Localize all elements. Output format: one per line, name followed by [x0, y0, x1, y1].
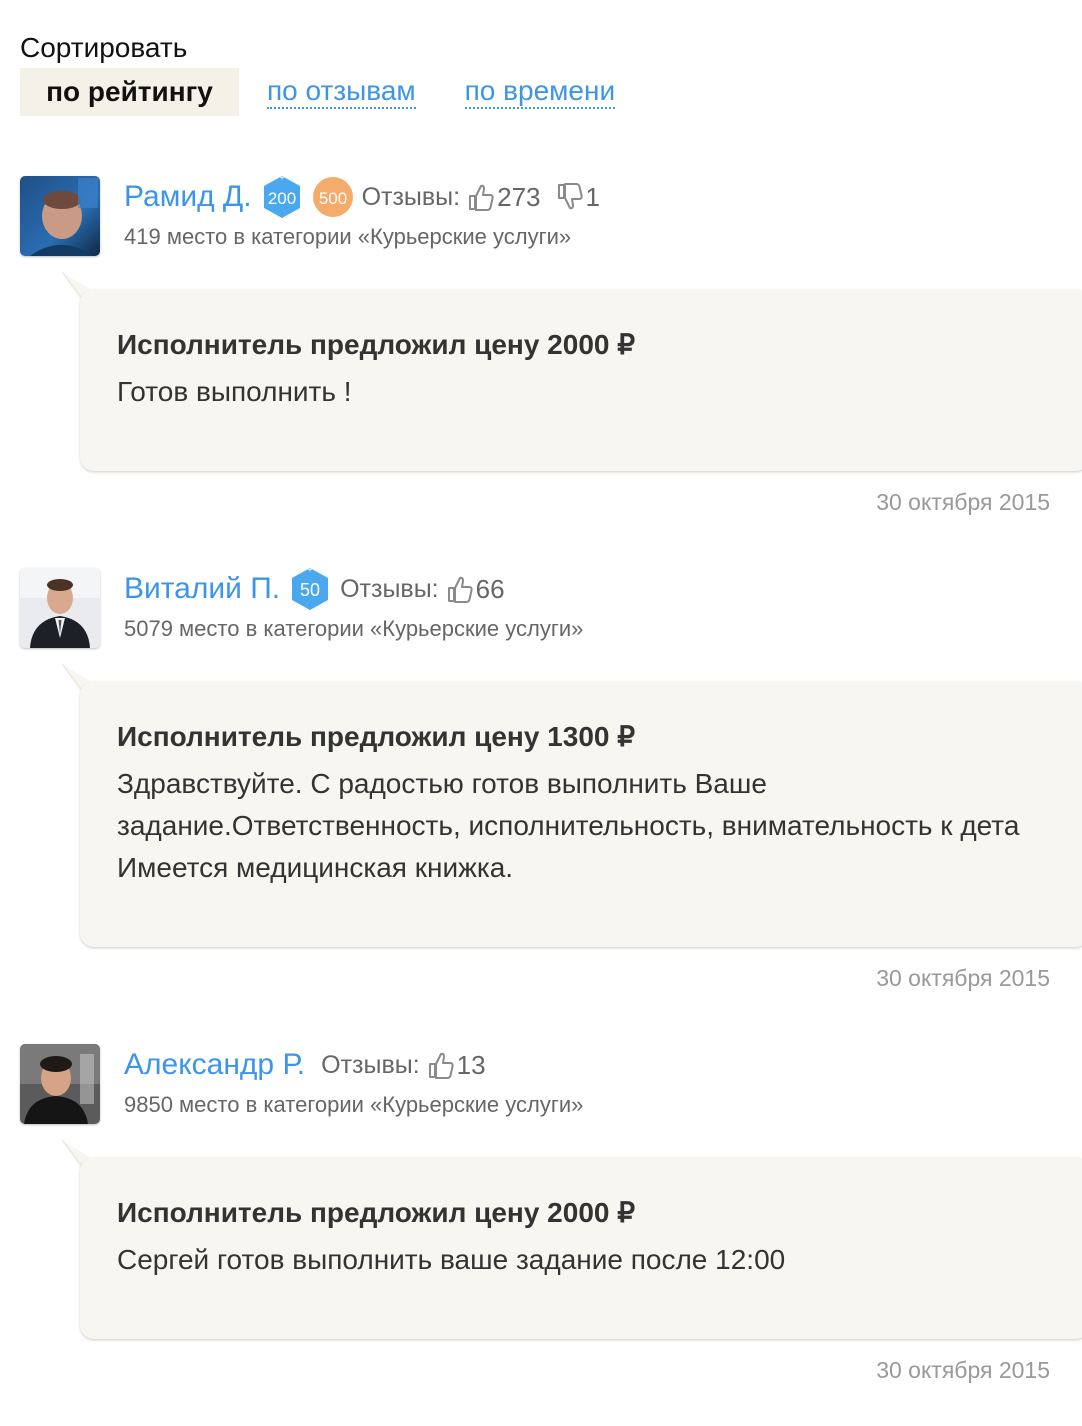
- sort-by-reviews-link[interactable]: по отзывам: [267, 75, 416, 109]
- positive-reviews-count: 273: [497, 181, 541, 212]
- offer-date: 30 октября 2015: [876, 965, 1050, 991]
- performer-header: Виталий П. + 50 Отзывы: 66: [124, 566, 505, 612]
- performer-name-link[interactable]: Александр Р.: [124, 1048, 305, 1082]
- svg-text:+: +: [307, 566, 312, 575]
- offer-price-title: Исполнитель предложил цену 2000 ₽: [117, 329, 636, 360]
- blue-hexagon-badge-icon: + 200: [260, 174, 304, 220]
- thumbs-up-icon: [468, 183, 494, 211]
- performer-header: Рамид Д. + 200 500 Отзывы: 273 1: [124, 174, 600, 220]
- sort-label: Сортировать: [20, 32, 188, 63]
- offer-bubble: Исполнитель предложил цену 1300 ₽ Здравс…: [80, 681, 1082, 947]
- offer-bubble: Исполнитель предложил цену 2000 ₽ Готов …: [80, 289, 1082, 471]
- reviews-label: Отзывы:: [361, 182, 461, 211]
- performers-page: Сортировать по рейтингу по отзывам по вр…: [0, 0, 1082, 1426]
- category-rank: 419 место в категории «Курьерские услуги…: [124, 224, 572, 249]
- avatar[interactable]: [20, 568, 100, 648]
- offer-date: 30 октября 2015: [876, 1357, 1050, 1383]
- category-rank: 9850 место в категории «Курьерские услуг…: [124, 1092, 584, 1117]
- sort-by-rating-button[interactable]: по рейтингу: [20, 68, 239, 116]
- badge-value: 50: [300, 580, 320, 600]
- sort-options: по рейтингу по отзывам по времени: [20, 68, 616, 116]
- svg-text:+: +: [279, 174, 284, 183]
- offer-text: Сергей готов выполнить ваше задание посл…: [117, 1244, 786, 1275]
- sort-by-time-link[interactable]: по времени: [464, 75, 616, 109]
- avatar[interactable]: [20, 176, 100, 256]
- category-rank: 5079 место в категории «Курьерские услуг…: [124, 616, 584, 641]
- performer-name-link[interactable]: Виталий П.: [124, 572, 280, 606]
- offer-date: 30 октября 2015: [876, 489, 1050, 515]
- blue-hexagon-badge-icon: + 50: [288, 566, 332, 612]
- positive-reviews-count: 66: [475, 573, 505, 604]
- offer-text: Готов выполнить !: [117, 376, 352, 407]
- performer-name-link[interactable]: Рамид Д.: [124, 180, 252, 214]
- badge-value: 200: [267, 189, 295, 208]
- reviews-label: Отзывы:: [340, 574, 439, 603]
- badge-value: 500: [318, 189, 346, 208]
- orange-circle-badge-icon: 500: [312, 175, 354, 219]
- thumbs-up-icon: [447, 575, 473, 603]
- offer-bubble: Исполнитель предложил цену 2000 ₽ Сергей…: [80, 1157, 1082, 1339]
- offer-price-title: Исполнитель предложил цену 1300 ₽: [117, 721, 636, 752]
- thumbs-up-icon: [428, 1051, 454, 1079]
- negative-reviews-count: 1: [585, 181, 600, 212]
- offer-text: Здравствуйте. С радостью готов выполнить…: [117, 768, 1020, 883]
- positive-reviews-count: 13: [456, 1049, 486, 1080]
- offer-price-title: Исполнитель предложил цену 2000 ₽: [117, 1197, 636, 1228]
- performer-header: Александр Р. Отзывы: 13: [124, 1044, 486, 1086]
- thumbs-down-icon: [557, 183, 583, 211]
- avatar[interactable]: [20, 1044, 100, 1124]
- reviews-label: Отзывы:: [321, 1050, 420, 1079]
